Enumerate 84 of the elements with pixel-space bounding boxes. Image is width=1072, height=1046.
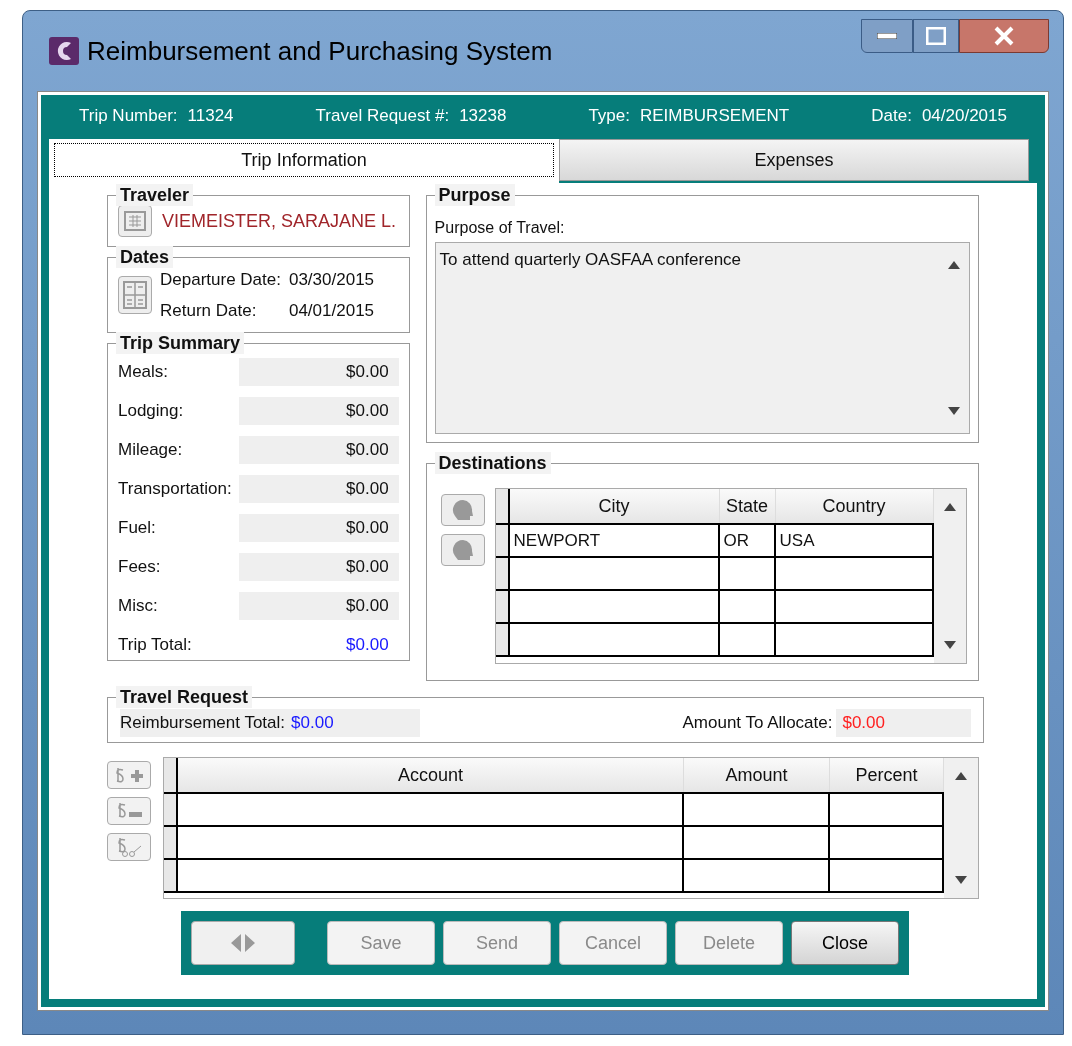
scroll-up-icon	[943, 503, 956, 511]
row-selector[interactable]	[495, 558, 510, 589]
column-header[interactable]: Amount	[684, 758, 830, 792]
table-cell: NEWPORT	[509, 525, 720, 556]
field-label: Reimbursement Total:	[120, 712, 286, 735]
column-header[interactable]: Country	[775, 489, 934, 523]
head-icon	[451, 539, 474, 561]
date-value: 03/30/2015	[288, 268, 375, 291]
purpose-textarea[interactable]: To attend quarterly OASFAA conference	[434, 242, 970, 434]
amount-field: $0.00	[238, 553, 399, 581]
scroll-up-icon	[948, 261, 960, 269]
summary-label: Trip Total:	[118, 634, 192, 657]
minimize-button[interactable]	[861, 19, 913, 53]
group-title: Destinations	[434, 452, 551, 474]
scrollbar[interactable]	[933, 489, 966, 663]
table-cell: OR	[719, 525, 776, 556]
amount-value: $0.00	[291, 712, 334, 735]
summary-label: Fees:	[118, 556, 161, 579]
traveler-name: VIEMEISTER, SARAJANE L.	[162, 209, 397, 233]
amount-field: $0.00	[238, 514, 399, 542]
maximize-button[interactable]	[913, 19, 959, 53]
field-value: 04/20/2015	[921, 105, 1007, 128]
field-value: 11324	[187, 105, 234, 128]
column-header[interactable]: City	[509, 489, 720, 523]
close-button[interactable]	[959, 19, 1049, 53]
summary-label: Meals:	[118, 361, 169, 384]
field-label: Date:	[871, 105, 912, 128]
field-label: Purpose of Travel:	[434, 218, 566, 238]
date-label: Return Date:	[160, 300, 258, 322]
group-title: Trip Summary	[116, 332, 245, 354]
amount-field: $0.00	[238, 436, 399, 464]
summary-label: Transportation:	[118, 478, 232, 501]
row-selector[interactable]	[164, 860, 178, 891]
id-card-icon	[124, 211, 146, 231]
scroll-up-icon	[955, 772, 967, 780]
app-logo-icon	[49, 37, 79, 65]
amount-field: $0.00	[238, 397, 399, 425]
amount-field: $0.00	[238, 475, 399, 503]
scroll-down-icon	[943, 641, 956, 649]
traveler-button[interactable]	[118, 205, 152, 237]
field-label: Travel Request #:	[315, 105, 450, 128]
summary-label: Fuel:	[118, 517, 156, 540]
field-value: 13238	[459, 105, 507, 128]
amount-value: $0.00	[836, 709, 971, 737]
group-title: Traveler	[116, 184, 194, 206]
column-header[interactable]: Account	[178, 758, 684, 792]
window-title: Reimbursement and Purchasing System	[87, 34, 553, 68]
action-button[interactable]: Close	[791, 921, 899, 965]
add-destination-button[interactable]	[440, 494, 485, 526]
row-selector[interactable]	[164, 794, 178, 825]
scrollbar[interactable]	[944, 758, 978, 898]
maximize-icon	[926, 27, 946, 45]
remove-account-button[interactable]	[107, 797, 151, 825]
date-value: 04/01/2015	[288, 300, 375, 322]
scroll-down-icon	[955, 876, 967, 884]
row-selector[interactable]	[495, 591, 510, 622]
tab[interactable]: Trip Information	[49, 139, 559, 183]
group-title: Dates	[116, 246, 174, 268]
field-label: Amount To Allocate:	[682, 712, 833, 735]
amount-field: $0.00	[238, 358, 399, 386]
field-label: Trip Number:	[79, 105, 178, 128]
add-account-button[interactable]	[107, 761, 151, 789]
tab[interactable]: Expenses	[559, 139, 1029, 181]
close-icon	[993, 26, 1015, 46]
group-title: Purpose	[434, 184, 515, 206]
row-selector[interactable]	[495, 624, 510, 655]
scroll-down-icon	[948, 407, 960, 415]
row-selector[interactable]	[495, 525, 510, 556]
group-title: Travel Request	[116, 686, 253, 708]
summary-label: Mileage:	[118, 439, 183, 462]
dollar-plus-icon	[114, 765, 144, 785]
field-label: Type:	[588, 105, 630, 128]
minimize-icon	[877, 33, 897, 39]
row-selector[interactable]	[164, 827, 178, 858]
summary-label: Lodging:	[118, 400, 184, 423]
calendar-icon	[123, 281, 147, 309]
head-icon	[451, 499, 474, 521]
remove-destination-button[interactable]	[440, 534, 485, 566]
total-value: $0.00	[345, 634, 390, 656]
field-value: REIMBURSEMENT	[640, 105, 790, 128]
amount-field: $0.00	[238, 592, 399, 620]
summary-label: Misc:	[118, 595, 158, 618]
column-header[interactable]: State	[719, 489, 776, 523]
date-label: Departure Date:	[160, 268, 281, 291]
